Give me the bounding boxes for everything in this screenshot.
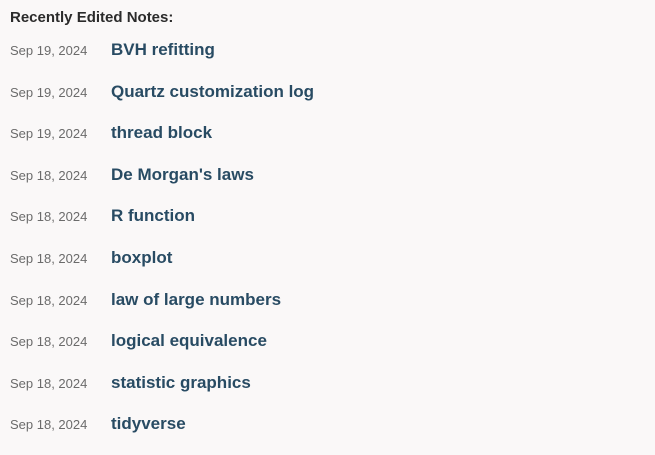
note-date: Sep 18, 2024 [10, 292, 88, 308]
note-link[interactable]: R function [111, 205, 195, 227]
list-item: Sep 18, 2024 tidyverse [10, 413, 655, 455]
note-date: Sep 19, 2024 [10, 84, 88, 100]
list-item: Sep 18, 2024 logical equivalence [10, 330, 655, 372]
note-link[interactable]: BVH refitting [111, 39, 215, 61]
list-item: Sep 18, 2024 De Morgan's laws [10, 164, 655, 206]
recent-notes-heading: Recently Edited Notes: [10, 9, 174, 26]
note-link[interactable]: Quartz customization log [111, 81, 314, 103]
note-link[interactable]: thread block [111, 122, 212, 144]
note-link[interactable]: logical equivalence [111, 330, 267, 352]
list-item: Sep 19, 2024 thread block [10, 122, 655, 164]
note-link[interactable]: statistic graphics [111, 372, 251, 394]
recent-notes-list: Sep 19, 2024 BVH refitting Sep 19, 2024 … [10, 39, 655, 455]
note-date: Sep 18, 2024 [10, 375, 88, 391]
list-item: Sep 19, 2024 Quartz customization log [10, 81, 655, 123]
list-item: Sep 18, 2024 statistic graphics [10, 372, 655, 414]
list-item: Sep 18, 2024 boxplot [10, 247, 655, 289]
recent-notes-panel: Recently Edited Notes: Sep 19, 2024 BVH … [0, 0, 655, 452]
note-date: Sep 18, 2024 [10, 417, 88, 433]
note-link[interactable]: boxplot [111, 247, 172, 269]
list-item: Sep 18, 2024 law of large numbers [10, 289, 655, 331]
note-date: Sep 18, 2024 [10, 209, 88, 225]
note-date: Sep 19, 2024 [10, 126, 88, 142]
list-item: Sep 19, 2024 BVH refitting [10, 39, 655, 81]
note-date: Sep 18, 2024 [10, 250, 88, 266]
note-date: Sep 18, 2024 [10, 334, 88, 350]
note-link[interactable]: tidyverse [111, 413, 186, 435]
note-date: Sep 18, 2024 [10, 167, 88, 183]
note-link[interactable]: De Morgan's laws [111, 164, 254, 186]
list-item: Sep 18, 2024 R function [10, 205, 655, 247]
note-link[interactable]: law of large numbers [111, 289, 281, 311]
note-date: Sep 19, 2024 [10, 43, 88, 58]
